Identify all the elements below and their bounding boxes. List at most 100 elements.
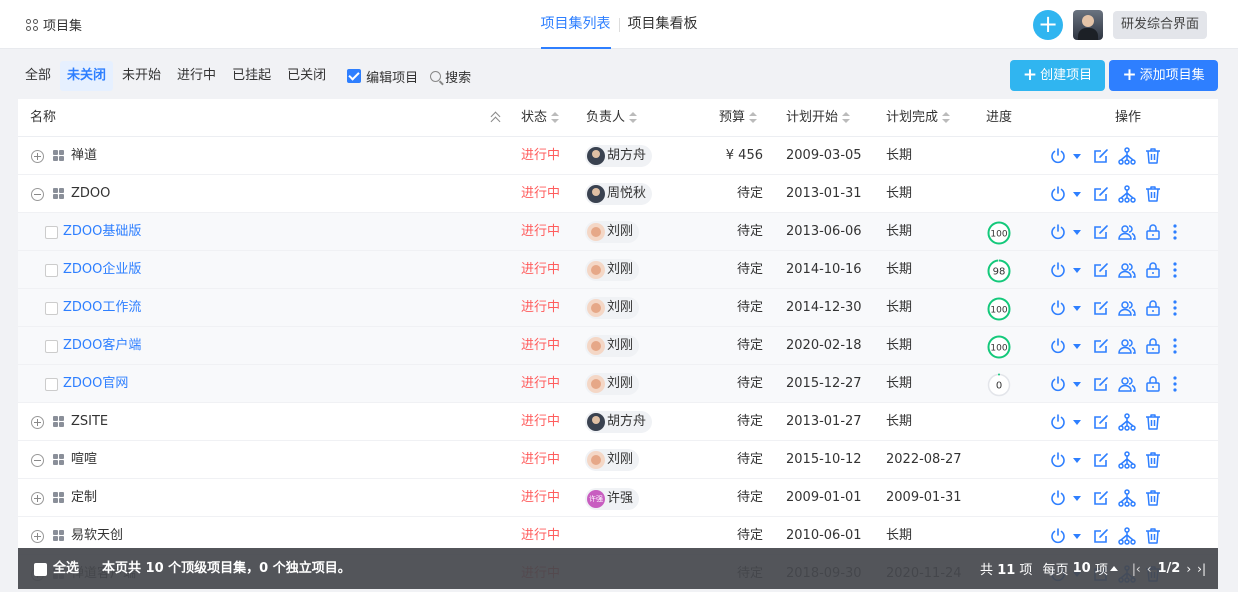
app-logo[interactable]: 项目集 [26,15,82,34]
owner-chip[interactable]: 刘刚 [585,297,640,319]
whitelist-lock-icon[interactable] [1143,336,1163,356]
row-checkbox[interactable] [45,226,58,239]
quick-add-button[interactable]: + [1033,10,1063,40]
link-product-icon[interactable] [1117,450,1137,470]
owner-chip[interactable]: 刘刚 [585,221,640,243]
last-page-icon[interactable]: ›| [1197,562,1206,576]
close-program-icon[interactable] [1048,526,1068,546]
link-product-icon[interactable] [1117,146,1137,166]
expand-icon[interactable] [31,492,44,505]
edit-icon[interactable] [1091,184,1111,204]
row-name[interactable]: 喧喧 [71,441,97,479]
collapse-icon[interactable] [31,188,44,201]
link-product-icon[interactable] [1117,488,1137,508]
per-page-select[interactable]: 每页 10 项 [1042,559,1118,578]
header-status[interactable]: 状态 [521,99,560,137]
workspace-switch-button[interactable]: 研发综合界面 [1113,11,1208,39]
collapse-all-icon[interactable] [490,111,502,125]
row-checkbox[interactable] [45,302,58,315]
filter-unclosed[interactable]: 未关闭 [60,61,114,91]
search-button[interactable]: 搜索 [430,67,471,86]
caret-down-icon[interactable] [1073,381,1081,387]
filter-not-started[interactable]: 未开始 [115,61,168,91]
create-project-button[interactable]: + 创建项目 [1010,60,1105,91]
row-name[interactable]: 定制 [71,479,97,517]
close-program-icon[interactable] [1048,260,1068,280]
close-program-icon[interactable] [1048,336,1068,356]
close-program-icon[interactable] [1048,222,1068,242]
row-name[interactable]: 禅道 [71,137,97,175]
more-actions-icon[interactable] [1165,374,1185,394]
caret-down-icon[interactable] [1073,153,1081,159]
row-checkbox[interactable] [45,340,58,353]
header-begin[interactable]: 计划开始 [786,99,851,137]
row-name-link[interactable]: ZDOO企业版 [63,251,141,289]
delete-icon[interactable] [1143,184,1163,204]
team-icon[interactable] [1117,336,1137,356]
more-actions-icon[interactable] [1165,336,1185,356]
table-row[interactable]: ZDOO工作流 进行中 刘刚 待定 2014-12-30 长期 100 [18,289,1218,327]
expand-icon[interactable] [31,416,44,429]
caret-down-icon[interactable] [1073,457,1081,463]
caret-down-icon[interactable] [1073,267,1081,273]
first-page-icon[interactable]: |‹ [1132,562,1141,576]
close-program-icon[interactable] [1048,374,1068,394]
edit-icon[interactable] [1091,488,1111,508]
link-product-icon[interactable] [1117,526,1137,546]
close-program-icon[interactable] [1048,184,1068,204]
delete-icon[interactable] [1143,146,1163,166]
table-row[interactable]: ZDOO客户端 进行中 刘刚 待定 2020-02-18 长期 100 [18,327,1218,365]
whitelist-lock-icon[interactable] [1143,298,1163,318]
owner-chip[interactable]: 许强 许强 [585,488,640,510]
delete-icon[interactable] [1143,488,1163,508]
more-actions-icon[interactable] [1165,298,1185,318]
more-actions-icon[interactable] [1165,260,1185,280]
edit-icon[interactable] [1091,336,1111,356]
header-budget[interactable]: 预算 [719,99,758,137]
row-name-link[interactable]: ZDOO客户端 [63,327,141,365]
table-row[interactable]: ZDOO基础版 进行中 刘刚 待定 2013-06-06 长期 100 [18,213,1218,251]
edit-icon[interactable] [1091,260,1111,280]
edit-icon[interactable] [1091,146,1111,166]
select-all-checkbox[interactable] [34,563,47,576]
delete-icon[interactable] [1143,450,1163,470]
table-row[interactable]: 定制 进行中 许强 许强 待定 2009-01-01 2009-01-31 [18,479,1218,517]
close-program-icon[interactable] [1048,412,1068,432]
team-icon[interactable] [1117,222,1137,242]
caret-down-icon[interactable] [1073,495,1081,501]
edit-project-checkbox[interactable] [347,69,362,83]
link-product-icon[interactable] [1117,184,1137,204]
header-name[interactable]: 名称 [30,99,56,137]
row-name[interactable]: ZSITE [71,403,108,441]
close-program-icon[interactable] [1048,298,1068,318]
header-owner[interactable]: 负责人 [586,99,638,137]
link-product-icon[interactable] [1117,412,1137,432]
tab-program-list[interactable]: 项目集列表 [533,0,619,49]
team-icon[interactable] [1117,298,1137,318]
close-program-icon[interactable] [1048,488,1068,508]
more-actions-icon[interactable] [1165,222,1185,242]
close-program-icon[interactable] [1048,450,1068,470]
collapse-icon[interactable] [31,454,44,467]
tab-program-board[interactable]: 项目集看板 [620,0,706,49]
edit-icon[interactable] [1091,412,1111,432]
table-row[interactable]: ZDOO 进行中 周悦秋 待定 2013-01-31 长期 [18,175,1218,213]
owner-chip[interactable]: 胡方舟 [585,145,653,167]
row-name-link[interactable]: ZDOO基础版 [63,213,141,251]
row-checkbox[interactable] [45,378,58,391]
row-name[interactable]: ZDOO [71,175,110,213]
edit-icon[interactable] [1091,298,1111,318]
row-checkbox[interactable] [45,264,58,277]
team-icon[interactable] [1117,260,1137,280]
delete-icon[interactable] [1143,526,1163,546]
expand-icon[interactable] [31,530,44,543]
table-row[interactable]: ZSITE 进行中 胡方舟 待定 2013-01-27 长期 [18,403,1218,441]
table-row[interactable]: ZDOO官网 进行中 刘刚 待定 2015-12-27 长期 0 [18,365,1218,403]
owner-chip[interactable]: 周悦秋 [585,183,653,205]
filter-in-progress[interactable]: 进行中 [170,61,223,91]
filter-all[interactable]: 全部 [18,61,58,91]
owner-chip[interactable]: 刘刚 [585,335,640,357]
table-row[interactable]: ZDOO企业版 进行中 刘刚 待定 2014-10-16 长期 98 [18,251,1218,289]
owner-chip[interactable]: 刘刚 [585,373,640,395]
user-avatar[interactable] [1073,10,1103,40]
